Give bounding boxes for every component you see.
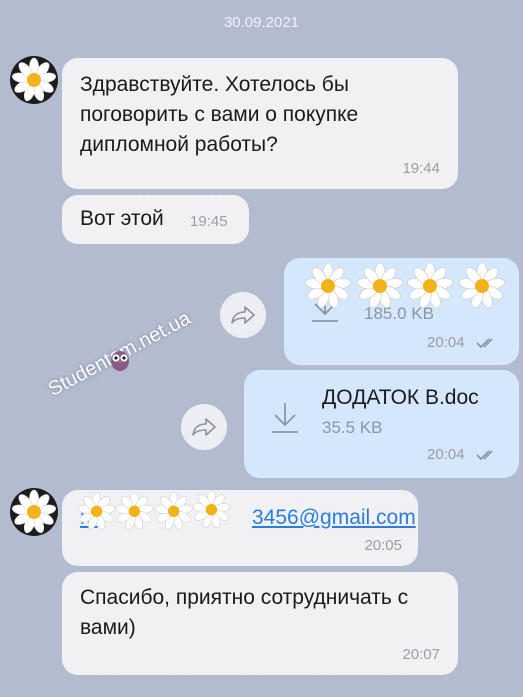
message-text: Спасибо, приятно сотрудничать с вами) — [80, 586, 409, 639]
message-time: 20:05 — [364, 537, 402, 554]
double-check-icon — [476, 338, 493, 349]
message-text: Здравствуйте. Хотелось бы поговорить с в… — [80, 73, 359, 156]
forward-button[interactable] — [220, 292, 266, 338]
message-time: 19:44 — [402, 160, 440, 177]
owl-icon — [111, 351, 129, 371]
message-time: 20:04 — [427, 334, 465, 351]
message-time: 20:04 — [427, 446, 465, 463]
daisy-sticker-icon — [76, 490, 232, 531]
date-header: 30.09.2021 — [223, 14, 300, 31]
incoming-message[interactable]: Вот этой 19:45 — [62, 195, 249, 244]
contact-avatar[interactable] — [10, 56, 58, 104]
download-icon[interactable] — [270, 401, 300, 435]
file-name[interactable]: ДОДАТОК В.doc — [322, 386, 479, 410]
forward-button[interactable] — [181, 404, 227, 450]
share-icon — [192, 418, 216, 436]
double-check-icon — [476, 450, 493, 461]
outgoing-file-message[interactable]: ДОДАТОК В.doc 35.5 KB 20:04 — [244, 370, 519, 478]
daisy-sticker-icon — [303, 262, 507, 310]
incoming-message[interactable]: Здравствуйте. Хотелось бы поговорить с в… — [62, 58, 458, 189]
incoming-message[interactable]: Спасибо, приятно сотрудничать с вами) 20… — [62, 572, 458, 675]
daisy-avatar-icon — [11, 57, 57, 102]
email-link[interactable]: 3456@gmail.com — [252, 506, 416, 530]
message-text: Вот этой — [80, 207, 164, 230]
daisy-avatar-icon — [11, 489, 57, 534]
contact-avatar[interactable] — [10, 488, 58, 536]
share-icon — [231, 306, 255, 324]
file-size: 35.5 KB — [322, 418, 383, 437]
message-time: 19:45 — [190, 213, 228, 230]
message-time: 20:07 — [402, 646, 440, 663]
